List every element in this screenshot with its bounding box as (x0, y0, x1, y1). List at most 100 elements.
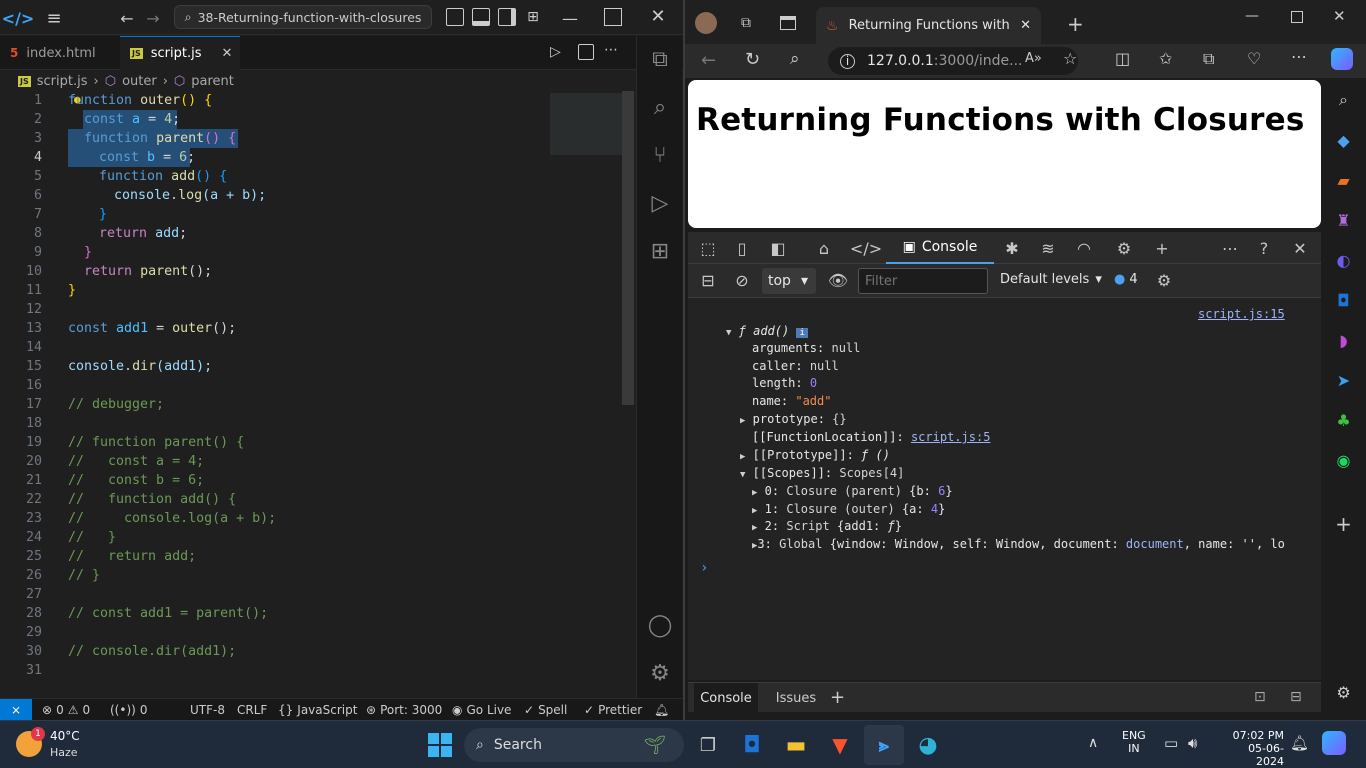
back-arrow-icon[interactable]: ← (117, 8, 137, 28)
account-icon[interactable]: ◯ (637, 602, 683, 648)
close-icon[interactable]: ✕ (1333, 7, 1346, 25)
weather-temp[interactable]: 40°C (50, 729, 80, 743)
toggle-sidebar-icon[interactable] (446, 8, 464, 26)
issues-counter[interactable]: ● 4 (1114, 272, 1138, 287)
elements-icon[interactable]: </> (850, 232, 882, 264)
welcome-home-icon[interactable]: ⌂ (808, 232, 840, 264)
quick-view-icon[interactable]: ⊡ (1254, 689, 1266, 705)
tab-console[interactable]: ▣ Console (886, 232, 994, 264)
inspect-element-icon[interactable]: ⬚ (692, 232, 724, 264)
split-editor-icon[interactable] (578, 44, 594, 60)
language-indicator[interactable]: ENG IN (1122, 729, 1146, 755)
dock-drawer-icon[interactable]: ⊟ (1290, 689, 1302, 705)
breadcrumb-parent[interactable]: parent (191, 74, 234, 89)
extensions-icon[interactable]: ⊞ (637, 228, 683, 274)
source-link[interactable]: script.js:15 (1198, 306, 1285, 323)
function-location-link[interactable]: script.js:5 (911, 430, 990, 444)
clock[interactable]: 07:02 PM 05-06-2024 (1222, 729, 1284, 768)
run-icon[interactable]: ▷ (550, 44, 561, 60)
browser-tab[interactable]: ♨ Returning Functions with Closure ✕ (816, 7, 1041, 44)
new-tab-icon[interactable]: + (1067, 12, 1084, 36)
bell-icon[interactable]: 🔔︎ (654, 699, 669, 721)
add-tool-plus-icon[interactable]: + (830, 687, 845, 708)
settings-gear-icon[interactable]: ⚙ (1108, 232, 1140, 264)
scope-row[interactable]: ▶ 2: Script {add1: ƒ} (752, 518, 902, 535)
copilot-icon[interactable] (1331, 48, 1353, 70)
customize-layout-icon[interactable]: ⊞ (524, 8, 542, 26)
remote-icon[interactable]: ⨯ (0, 699, 32, 721)
help-icon[interactable]: ? (1248, 232, 1280, 264)
sources-bug-icon[interactable]: ✱ (996, 232, 1028, 264)
console-prop-row[interactable]: ▶ [[Prototype]]: ƒ () (740, 447, 890, 464)
console-settings-gear-icon[interactable]: ⚙ (1148, 264, 1180, 296)
tab-actions-icon[interactable] (780, 16, 796, 30)
more-tools-plus-icon[interactable]: + (1146, 232, 1178, 264)
maximize-icon[interactable] (604, 8, 622, 26)
copilot-pre-icon[interactable] (1322, 731, 1346, 755)
more-actions-icon[interactable]: ⋯ (604, 42, 618, 58)
dock-side-icon[interactable]: ◧ (762, 232, 794, 264)
task-view-icon[interactable]: ❐ (688, 725, 728, 765)
network-icon[interactable]: ▭ (1164, 734, 1178, 752)
favorites-icon[interactable]: ✩ (1159, 49, 1172, 68)
maximize-icon[interactable] (1291, 11, 1303, 23)
shopping-tag-icon[interactable]: ◆ (1321, 120, 1366, 160)
read-aloud-icon[interactable]: A» (1025, 51, 1042, 66)
problems-indicator[interactable]: ⊗ 0 ⚠ 0 (42, 699, 90, 721)
refresh-icon[interactable]: ↻ (745, 49, 760, 70)
function-header[interactable]: ▼ ƒ add() i (726, 323, 808, 340)
drawer-tab-console[interactable]: Console (694, 683, 758, 713)
outlook-icon[interactable]: ◘ (1321, 280, 1366, 320)
brave-browser-icon[interactable]: ▼ (820, 725, 860, 765)
search-icon[interactable]: ⌕ (790, 49, 800, 69)
network-wifi-icon[interactable]: ≋ (1032, 232, 1064, 264)
tab-close-icon[interactable]: ✕ (1020, 18, 1031, 33)
toggle-panel-icon[interactable] (472, 8, 490, 26)
breadcrumb-file[interactable]: script.js (37, 74, 88, 89)
explorer-icon[interactable]: ⧉ (637, 36, 683, 82)
log-levels-dropdown[interactable]: Default levels ▾ (1000, 272, 1102, 287)
back-arrow-icon[interactable]: ← (701, 50, 716, 71)
performance-icon[interactable]: ◠ (1068, 232, 1100, 264)
code-editor[interactable]: ● 1 function outer() { 2 const a = 4; 3 fun… (0, 91, 636, 697)
ports-indicator[interactable]: ((•)) 0 (110, 699, 147, 721)
device-emulation-icon[interactable]: ▯ (726, 232, 758, 264)
breadcrumb-outer[interactable]: outer (122, 74, 157, 89)
weather-desc[interactable]: Haze (50, 746, 78, 759)
taskbar-search-box[interactable]: ⌕ Search 🌱︎ (464, 728, 684, 762)
info-icon[interactable]: i (840, 53, 855, 69)
edge-taskbar-icon[interactable]: ◕ (908, 725, 948, 765)
minimap[interactable] (550, 93, 622, 155)
encoding-status[interactable]: UTF-8 (190, 699, 225, 721)
editor-scrollbar[interactable] (622, 91, 634, 405)
toggle-secondary-sidebar-icon[interactable] (498, 8, 516, 26)
run-debug-icon[interactable]: ▷ (637, 180, 683, 226)
console-prompt-chevron-icon[interactable]: › (700, 560, 708, 577)
prettier-status[interactable]: ✓ Prettier (584, 699, 642, 721)
eol-status[interactable]: CRLF (237, 699, 267, 721)
forward-arrow-icon[interactable]: → (143, 8, 163, 28)
clear-console-icon[interactable]: ⊘ (726, 264, 758, 296)
collections-icon[interactable]: ⧉ (1203, 49, 1214, 69)
tools-briefcase-icon[interactable]: ▰ (1321, 160, 1366, 200)
spotify-icon[interactable]: ◉ (1321, 440, 1366, 480)
telegram-icon[interactable]: ➤ (1321, 360, 1366, 400)
tab-close-icon[interactable]: ✕ (222, 46, 233, 61)
tab-index-html[interactable]: 5 index.html (0, 36, 120, 70)
language-status[interactable]: {} JavaScript (278, 699, 357, 721)
minimize-icon[interactable]: — (1245, 8, 1259, 24)
avatar[interactable] (695, 12, 717, 34)
tree-icon[interactable]: ♣ (1321, 400, 1366, 440)
context-selector[interactable]: top ▾ (762, 268, 816, 294)
sidebar-settings-gear-icon[interactable]: ⚙ (1321, 672, 1366, 712)
split-screen-icon[interactable]: ◫ (1115, 49, 1130, 68)
live-expression-eye-icon[interactable]: 👁︎ (822, 264, 854, 296)
minimize-icon[interactable]: — (560, 8, 580, 28)
spell-status[interactable]: ✓ Spell (524, 699, 567, 721)
scope-row[interactable]: ▶3: Global {window: Window, self: Window… (752, 536, 1312, 553)
scope-row[interactable]: ▶ 1: Closure (outer) {a: 4} (752, 501, 945, 518)
console-prop-row[interactable]: ▼ [[Scopes]]: Scopes[4] (740, 465, 904, 482)
search-icon[interactable]: ⌕ (1321, 80, 1366, 120)
chevron-up-icon[interactable]: ∧ (1088, 735, 1098, 751)
menu-icon[interactable]: ≡ (44, 8, 64, 29)
